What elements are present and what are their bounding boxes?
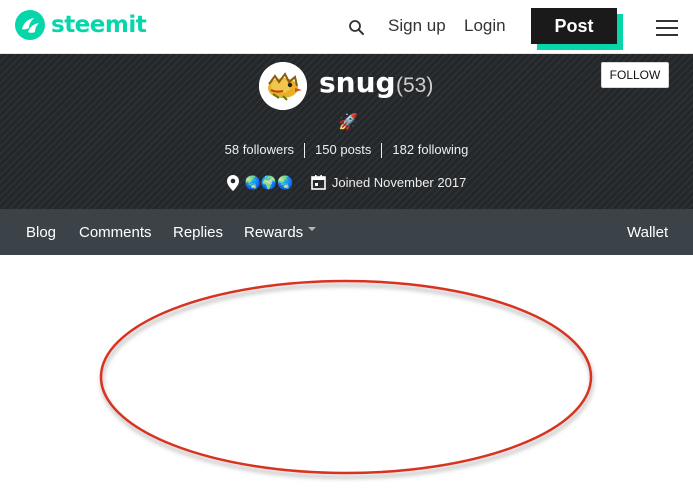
profile-location: 🌏🌍🌏 [226,174,294,191]
profile-username: snug [319,66,396,99]
profile-meta: 🌏🌍🌏 Joined November 2017 [0,174,693,191]
top-header: steemit Sign up Login Post [0,0,693,54]
joined-date: Joined November 2017 [331,175,467,191]
tab-blog[interactable]: Blog [26,224,56,241]
location-text: 🌏🌍🌏 [244,174,294,190]
profile-content-area [0,255,693,500]
tab-rewards[interactable]: Rewards [244,224,317,241]
reputation-score: (53) [396,74,434,97]
tab-replies[interactable]: Replies [173,224,223,241]
hamburger-menu-icon[interactable] [656,20,678,36]
brand-name: steemit [51,12,147,38]
calendar-icon [311,175,326,190]
post-button[interactable]: Post [531,8,617,44]
location-pin-icon [226,174,239,191]
profile-joined: Joined November 2017 [311,175,466,190]
search-icon [349,20,364,35]
red-oval-annotation [99,279,594,479]
tab-rewards-label: Rewards [244,224,304,241]
profile-header: snug (53) FOLLOW 🚀 58 followers 150 posts… [0,54,693,209]
profile-tabs: Blog Comments Replies Rewards Wallet [0,209,693,255]
profile-stats: 58 followers 150 posts 182 following [0,142,693,159]
tab-wallet[interactable]: Wallet [627,224,668,241]
login-link[interactable]: Login [464,16,506,36]
posts-count: 150 posts [315,142,372,157]
followers-count[interactable]: 58 followers [215,142,304,157]
search-button[interactable] [346,17,368,39]
following-count[interactable]: 182 following [382,142,478,157]
chevron-down-icon [308,227,317,231]
profile-avatar[interactable] [259,62,307,110]
profile-about: 🚀 [338,114,358,131]
post-button-wrapper: Post [531,8,623,50]
tab-comments[interactable]: Comments [79,224,152,241]
steemit-logo-icon [15,10,45,40]
follow-button[interactable]: FOLLOW [601,62,669,88]
signup-link[interactable]: Sign up [388,16,446,36]
bird-avatar-icon [259,62,307,110]
steemit-logo[interactable]: steemit [14,9,147,41]
